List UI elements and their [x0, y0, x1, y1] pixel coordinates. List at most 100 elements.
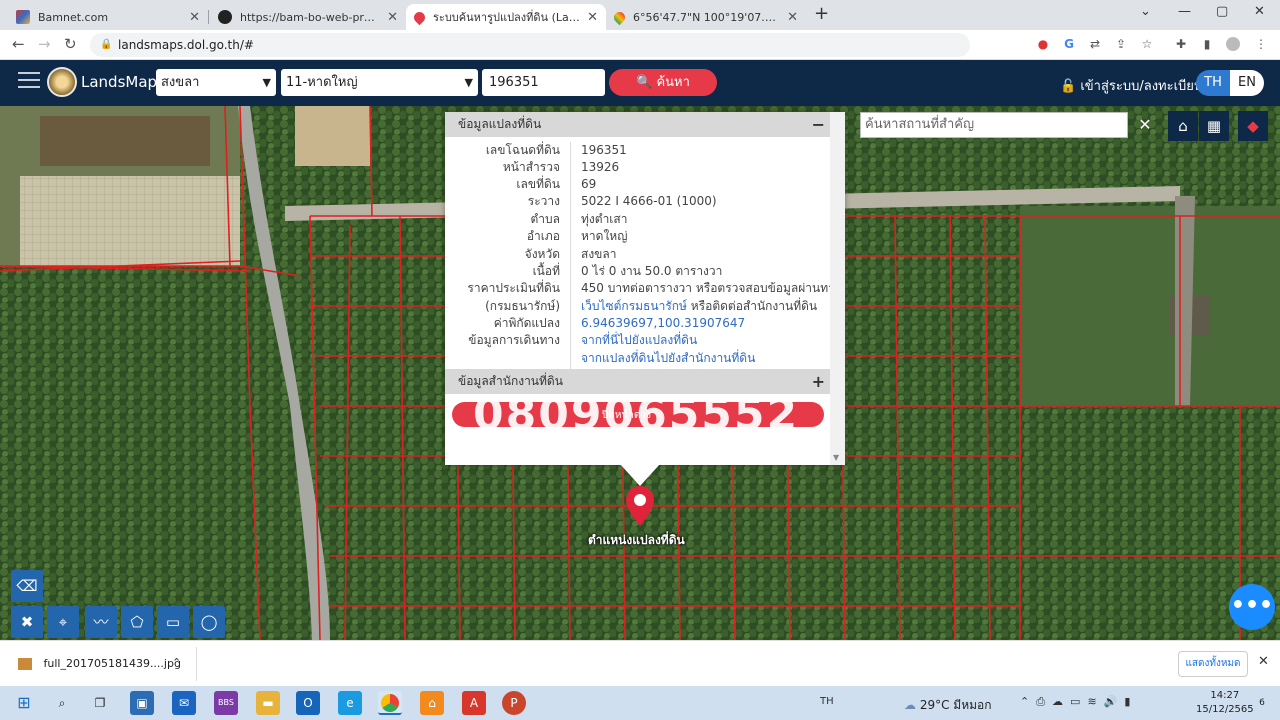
landmark-search-input[interactable]: ค้นหาสถานที่สำคัญ [860, 112, 1128, 138]
edge-icon[interactable]: e [338, 691, 362, 715]
file-explorer-icon[interactable]: ▬ [256, 691, 280, 715]
close-download-bar-icon[interactable]: ✕ [1258, 654, 1269, 669]
place-marker-icon[interactable]: ⌖ [47, 606, 79, 638]
parcel-number-input[interactable]: 196351 [482, 69, 605, 96]
bbs-app-icon[interactable]: BBS [214, 691, 238, 715]
home-icon[interactable]: ⌂ [1168, 111, 1198, 141]
phone-watermark: 0809065552 [473, 389, 800, 440]
acrobat-icon[interactable]: A [462, 691, 486, 715]
translate-icon[interactable]: ⇄ [1088, 37, 1102, 51]
row-value: 69 [581, 177, 597, 191]
restore-button[interactable]: ▢ [1216, 4, 1228, 19]
draw-circle-icon[interactable]: ◯ [193, 606, 225, 638]
chevron-up-icon[interactable]: ⌃ [1020, 695, 1029, 708]
onedrive-icon[interactable]: ☁ [1052, 695, 1063, 708]
network-icon[interactable]: ▭ [1070, 695, 1080, 708]
chevron-up-icon[interactable]: ⌃ [172, 656, 181, 669]
browser-tab-active[interactable]: ระบบค้นหารูปแปลงที่ดิน (LandsMaps) ✕ [406, 4, 606, 30]
share-icon[interactable]: ⇪ [1114, 37, 1128, 51]
tab-search-icon[interactable]: ⌄ [1140, 4, 1151, 19]
info-row: ระวาง 5022 I 4666-01 (1000) [445, 193, 830, 210]
notification-icon[interactable]: 6 [1254, 695, 1270, 711]
hamburger-menu-icon[interactable] [18, 72, 40, 90]
scroll-down-icon[interactable]: ▼ [833, 453, 839, 462]
login-link[interactable]: 🔓 เข้าสู่ระบบ/ลงทะเบียน [1060, 75, 1203, 96]
task-view-icon[interactable]: ❐ [88, 691, 112, 715]
browser-tab[interactable]: 6°56'47.7"N 100°19'07.7"E - Google ✕ [606, 4, 806, 30]
keyboard-language[interactable]: TH [820, 696, 834, 707]
lang-en-button[interactable]: EN [1230, 70, 1264, 96]
close-tab-icon[interactable]: ✕ [189, 10, 200, 25]
eraser-tool-icon[interactable]: ⌫ [11, 570, 43, 602]
new-tab-button[interactable]: + [814, 3, 829, 24]
show-all-button[interactable]: แสดงทั้งหมด [1178, 651, 1248, 677]
chat-more-button[interactable]: ••• [1229, 584, 1275, 630]
map-pin-favicon-icon [411, 9, 428, 25]
download-item[interactable]: full_201705181439....jpg [18, 657, 181, 670]
browser-menu-icon[interactable]: ⋮ [1254, 37, 1268, 51]
grid-keyboard-icon[interactable]: ▦ [1199, 111, 1229, 141]
extension-icon[interactable]: ● [1036, 37, 1050, 51]
province-select[interactable]: สงขลา ▼ [156, 69, 276, 96]
treasury-website-link[interactable]: เว็บไซต์กรมธนารักษ์ [581, 299, 687, 313]
search-icon[interactable]: ⌕ [50, 691, 74, 715]
google-maps-favicon-icon [611, 9, 628, 25]
layers-icon[interactable]: ◆ [1238, 111, 1268, 141]
weather-widget[interactable]: ☁ 29°C มีหมอก [904, 696, 992, 715]
volume-icon[interactable]: 🔊 [1104, 695, 1118, 708]
browser-tab[interactable]: Bamnet.com ✕ [8, 4, 208, 30]
google-icon[interactable]: G [1062, 37, 1076, 51]
row-label: ราคาประเมินที่ดิน [467, 281, 560, 295]
panel-scrollbar[interactable]: ▼ [830, 112, 845, 465]
district-select[interactable]: 11-หาดใหญ่ ▼ [281, 69, 478, 96]
chrome-icon[interactable] [378, 691, 402, 715]
clear-search-icon[interactable]: ✕ [1133, 112, 1157, 138]
bam-favicon-icon [218, 10, 232, 24]
collapse-icon[interactable]: − [812, 112, 825, 137]
clock[interactable]: 14:27 15/12/2565 [1196, 689, 1254, 717]
directions-to-office-link[interactable]: จากแปลงที่ดินไปยังสำนักงานที่ดิน [581, 350, 755, 367]
map-pin-icon[interactable] [626, 486, 654, 526]
tab-separator [208, 10, 209, 24]
outlook-icon[interactable]: O [296, 691, 320, 715]
powerpoint-icon[interactable]: P [502, 691, 526, 715]
lang-th-button[interactable]: TH [1196, 70, 1230, 96]
minimize-button[interactable]: — [1178, 4, 1191, 19]
back-icon[interactable]: ← [12, 35, 25, 53]
browser-tab[interactable]: https://bam-bo-web-prd.bam.co.th ✕ [210, 4, 406, 30]
close-tab-icon[interactable]: ✕ [787, 10, 798, 25]
clock-date: 15/12/2565 [1196, 704, 1254, 715]
browser-toolbar: ← → ↻ 🔒 landsmaps.dol.go.th/# ● G ⇄ ⇪ ☆ … [0, 30, 1280, 60]
parcel-info-header[interactable]: ข้อมูลแปลงที่ดิน − [445, 112, 830, 137]
system-tray[interactable]: ⌃ ⎙ ☁ ▭ ≋ 🔊 ▮ [1020, 695, 1130, 709]
reload-icon[interactable]: ↻ [64, 35, 77, 53]
battery-icon[interactable]: ▮ [1124, 695, 1130, 708]
search-button[interactable]: 🔍 ค้นหา [609, 69, 717, 96]
coordinates-link[interactable]: 6.94639697,100.31907647 [581, 315, 745, 332]
wifi-icon[interactable]: ≋ [1087, 695, 1096, 708]
forward-icon[interactable]: → [38, 35, 51, 53]
directions-to-parcel-link[interactable]: จากที่นี่ไปยังแปลงที่ดิน [581, 332, 697, 349]
parcel-location-label: ตำแหน่งแปลงที่ดิน [588, 533, 685, 547]
lock-icon[interactable]: 🔒 [100, 33, 112, 57]
chevron-down-icon: ▼ [464, 76, 473, 89]
extensions-puzzle-icon[interactable]: ✚ [1174, 37, 1188, 51]
mail-icon[interactable]: ✉ [172, 691, 196, 715]
home-app-icon[interactable]: ⌂ [420, 691, 444, 715]
draw-polygon-icon[interactable]: ⬠ [121, 606, 153, 638]
close-window-button[interactable]: ✕ [1254, 4, 1265, 19]
draw-rectangle-icon[interactable]: ▭ [157, 606, 189, 638]
windows-start-icon[interactable]: ⊞ [12, 691, 36, 715]
profile-avatar[interactable] [1226, 37, 1240, 51]
printer-icon[interactable]: ⎙ [1036, 695, 1045, 708]
row-value-suffix: หรือติดต่อสำนักงานที่ดิน [686, 299, 818, 313]
side-panel-icon[interactable]: ▮ [1200, 37, 1214, 51]
address-bar[interactable]: 🔒 landsmaps.dol.go.th/# [90, 33, 970, 57]
close-tab-icon[interactable]: ✕ [587, 10, 598, 25]
store-icon[interactable]: ▣ [130, 691, 154, 715]
close-tab-icon[interactable]: ✕ [387, 10, 398, 25]
expand-icon[interactable]: + [812, 369, 825, 394]
close-tools-icon[interactable]: ✖ [11, 606, 43, 638]
bookmark-star-icon[interactable]: ☆ [1140, 37, 1154, 51]
draw-line-icon[interactable]: 〰 [85, 606, 117, 638]
